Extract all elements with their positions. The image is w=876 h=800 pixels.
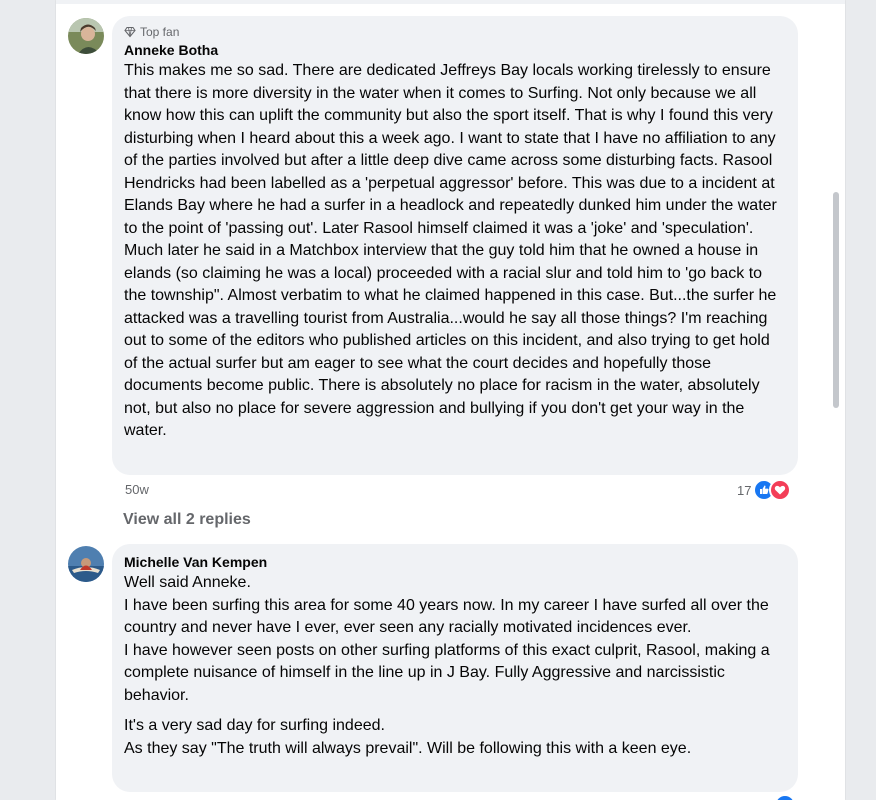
scrollbar[interactable] — [833, 192, 839, 408]
avatar[interactable] — [68, 546, 104, 582]
view-replies-link[interactable]: View all 2 replies — [123, 511, 251, 529]
diamond-icon — [124, 26, 136, 38]
badge-label: Top fan — [140, 25, 180, 39]
reaction-count: 17 — [737, 482, 752, 498]
comment-author[interactable]: Anneke Botha — [124, 40, 786, 60]
comment-text: This makes me so sad. There are dedicate… — [124, 62, 777, 439]
comment-timestamp[interactable]: 50w — [125, 482, 149, 497]
comment-bubble: Michelle Van Kempen Well said Anneke. I … — [112, 544, 798, 792]
comments-panel: Top fan Anneke Botha This makes me so sa… — [56, 0, 845, 800]
panel-top-edge — [56, 0, 845, 4]
like-icon — [776, 796, 794, 800]
comment-author[interactable]: Michelle Van Kempen — [124, 552, 786, 572]
comment-text: It's a very sad day for surfing indeed. … — [124, 717, 692, 757]
comment-text: Well said Anneke. I have been surfing th… — [124, 574, 770, 704]
avatar[interactable] — [68, 18, 104, 54]
top-fan-badge[interactable]: Top fan — [124, 24, 786, 40]
love-icon — [769, 479, 792, 501]
reaction-summary[interactable]: 17 — [737, 479, 792, 501]
comment-bubble: Top fan Anneke Botha This makes me so sa… — [112, 16, 798, 475]
